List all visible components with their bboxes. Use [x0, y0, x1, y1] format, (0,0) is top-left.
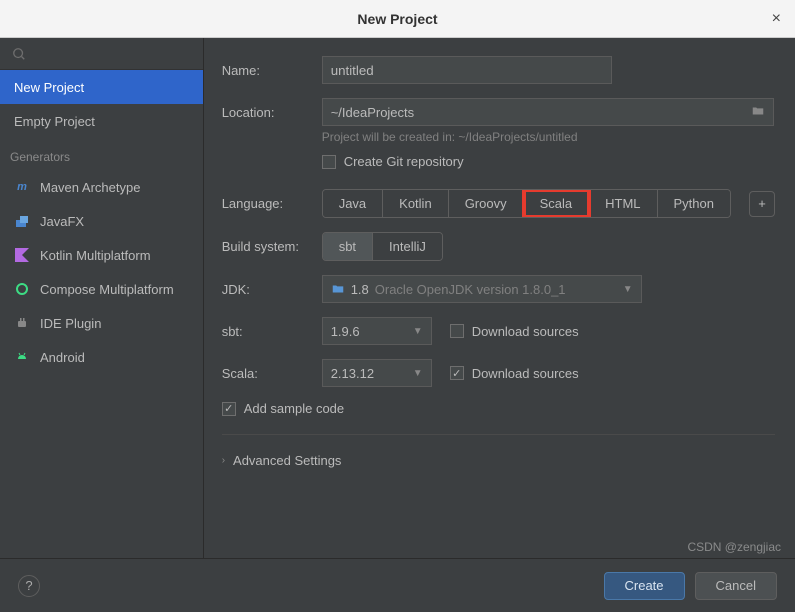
sidebar: New Project Empty Project Generators m M…: [0, 38, 204, 558]
generator-maven-archetype[interactable]: m Maven Archetype: [0, 170, 203, 204]
build-label: Build system:: [222, 239, 322, 254]
help-button[interactable]: ?: [18, 575, 40, 597]
build-intellij[interactable]: IntelliJ: [373, 233, 442, 260]
chevron-right-icon: ›: [222, 455, 225, 466]
language-python[interactable]: Python: [658, 190, 730, 217]
maven-icon: m: [14, 179, 30, 195]
folder-icon: [331, 282, 345, 296]
name-input[interactable]: [322, 56, 612, 84]
sidebar-item-label: New Project: [14, 80, 84, 95]
add-language-button[interactable]: +: [749, 191, 775, 217]
scala-value: 2.13.12: [331, 366, 374, 381]
search-input[interactable]: [0, 38, 203, 70]
watermark: CSDN @zengjiac: [687, 540, 781, 554]
jdk-value: 1.8: [351, 282, 369, 297]
sidebar-item-label: Empty Project: [14, 114, 95, 129]
language-java[interactable]: Java: [323, 190, 383, 217]
jdk-label: JDK:: [222, 282, 322, 297]
language-scala[interactable]: Scala: [524, 190, 590, 217]
sbt-select[interactable]: 1.9.6 ▼: [322, 317, 432, 345]
generator-kotlin-multiplatform[interactable]: Kotlin Multiplatform: [0, 238, 203, 272]
location-value: ~/IdeaProjects: [331, 105, 414, 120]
language-groovy[interactable]: Groovy: [449, 190, 524, 217]
language-kotlin[interactable]: Kotlin: [383, 190, 449, 217]
location-hint: Project will be created in: ~/IdeaProjec…: [322, 130, 775, 144]
generators-header: Generators: [0, 138, 203, 170]
close-icon[interactable]: ×: [772, 10, 781, 28]
generator-label: Maven Archetype: [40, 180, 140, 195]
build-sbt[interactable]: sbt: [323, 233, 373, 260]
create-button[interactable]: Create: [604, 572, 685, 600]
chevron-down-icon: ▼: [413, 368, 423, 379]
git-checkbox[interactable]: [322, 155, 336, 169]
generator-label: Android: [40, 350, 85, 365]
sidebar-item-new-project[interactable]: New Project: [0, 70, 203, 104]
window-title: New Project: [357, 11, 437, 27]
javafx-icon: [14, 213, 30, 229]
language-html[interactable]: HTML: [589, 190, 657, 217]
generator-label: Compose Multiplatform: [40, 282, 174, 297]
generator-javafx[interactable]: JavaFX: [0, 204, 203, 238]
jdk-select[interactable]: 1.8 Oracle OpenJDK version 1.8.0_1 ▼: [322, 275, 642, 303]
generator-label: IDE Plugin: [40, 316, 101, 331]
name-label: Name:: [222, 63, 322, 78]
generator-ide-plugin[interactable]: IDE Plugin: [0, 306, 203, 340]
android-icon: [14, 349, 30, 365]
chevron-down-icon: ▼: [413, 326, 423, 337]
generator-android[interactable]: Android: [0, 340, 203, 374]
language-label: Language:: [222, 196, 322, 211]
scala-download-checkbox[interactable]: [450, 366, 464, 380]
generator-label: JavaFX: [40, 214, 84, 229]
compose-icon: [14, 281, 30, 297]
git-checkbox-label: Create Git repository: [344, 154, 464, 169]
generator-compose-multiplatform[interactable]: Compose Multiplatform: [0, 272, 203, 306]
search-icon: [12, 47, 26, 61]
generator-label: Kotlin Multiplatform: [40, 248, 151, 263]
build-group: sbt IntelliJ: [322, 232, 443, 261]
divider: [222, 434, 775, 435]
scala-download-label: Download sources: [472, 366, 579, 381]
sidebar-item-empty-project[interactable]: Empty Project: [0, 104, 203, 138]
scala-label: Scala:: [222, 366, 322, 381]
sbt-label: sbt:: [222, 324, 322, 339]
location-label: Location:: [222, 105, 322, 120]
cancel-button[interactable]: Cancel: [695, 572, 777, 600]
add-sample-label: Add sample code: [244, 401, 344, 416]
sbt-download-label: Download sources: [472, 324, 579, 339]
jdk-detail: Oracle OpenJDK version 1.8.0_1: [375, 282, 566, 297]
footer: ? Create Cancel: [0, 558, 795, 612]
content-pane: Name: Location: ~/IdeaProjects Project w…: [204, 38, 795, 558]
sbt-value: 1.9.6: [331, 324, 360, 339]
chevron-down-icon: ▼: [623, 284, 633, 295]
advanced-label: Advanced Settings: [233, 453, 341, 468]
plugin-icon: [14, 315, 30, 331]
advanced-settings-toggle[interactable]: › Advanced Settings: [222, 453, 775, 468]
titlebar: New Project ×: [0, 0, 795, 38]
add-sample-checkbox[interactable]: [222, 402, 236, 416]
kotlin-icon: [14, 247, 30, 263]
location-input[interactable]: ~/IdeaProjects: [322, 98, 774, 126]
sbt-download-checkbox[interactable]: [450, 324, 464, 338]
scala-select[interactable]: 2.13.12 ▼: [322, 359, 432, 387]
browse-folder-icon[interactable]: [751, 104, 765, 121]
language-group: Java Kotlin Groovy Scala HTML Python: [322, 189, 731, 218]
